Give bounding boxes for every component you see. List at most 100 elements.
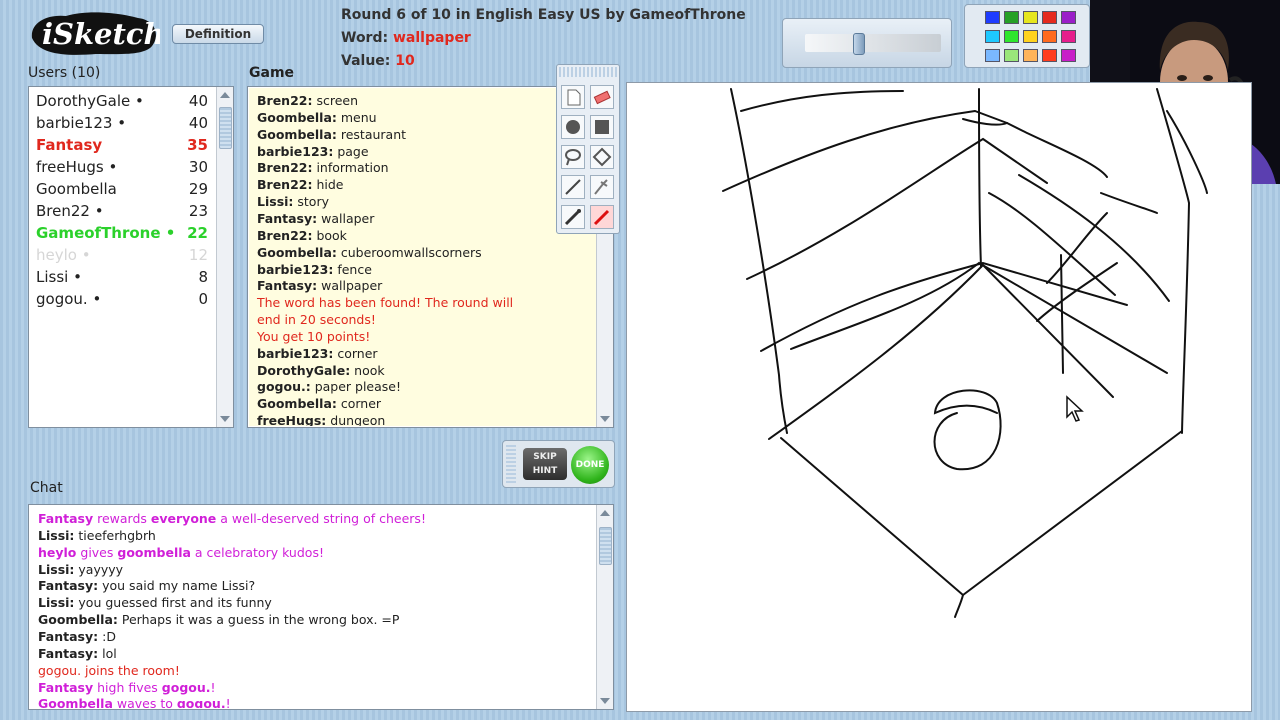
user-score: 40 bbox=[188, 92, 208, 110]
game-log-line: Goombella: cuberoomwallscorners bbox=[257, 244, 482, 260]
game-label: Game bbox=[249, 65, 295, 81]
users-scrollbar[interactable] bbox=[216, 87, 233, 427]
definition-button[interactable]: Definition bbox=[172, 24, 264, 44]
chat-line: Fantasy: you said my name Lissi? bbox=[38, 578, 256, 594]
word-line: Word: wallpaper bbox=[341, 30, 471, 46]
user-score: 40 bbox=[188, 114, 208, 132]
sketch-drawing bbox=[722, 88, 1208, 618]
chat-label: Chat bbox=[30, 480, 63, 496]
mouse-cursor-icon bbox=[1066, 395, 1084, 422]
isketch-logo: iSketch bbox=[26, 8, 165, 58]
color-swatch[interactable] bbox=[1023, 30, 1038, 43]
fill-bucket-icon[interactable] bbox=[590, 145, 614, 169]
eraser-icon[interactable] bbox=[590, 85, 614, 109]
color-palette bbox=[964, 4, 1090, 68]
user-score: 8 bbox=[198, 268, 208, 286]
lasso-tool-icon[interactable] bbox=[561, 145, 585, 169]
color-swatch[interactable] bbox=[1004, 30, 1019, 43]
user-row[interactable]: Goombella 29 bbox=[36, 178, 208, 200]
color-swatch[interactable] bbox=[1004, 11, 1019, 24]
user-name: freeHugs • bbox=[36, 158, 118, 176]
color-swatch[interactable] bbox=[1023, 11, 1038, 24]
line-tool-icon[interactable] bbox=[561, 175, 585, 199]
drawing-canvas[interactable] bbox=[626, 82, 1252, 712]
user-row[interactable]: GameofThrone • 22 bbox=[36, 222, 208, 244]
game-log-line: Lissi: story bbox=[257, 194, 329, 210]
game-log-line: gogou.: paper please! bbox=[257, 379, 401, 395]
user-row[interactable]: barbie123 • 40 bbox=[36, 112, 208, 134]
user-row[interactable]: DorothyGale • 40 bbox=[36, 90, 208, 112]
game-log-line: end in 20 seconds! bbox=[257, 312, 376, 328]
svg-text:iSketch: iSketch bbox=[42, 17, 160, 51]
hint-done-bar: SKIP HINT DONE bbox=[502, 440, 615, 488]
game-log-line: Bren22: information bbox=[257, 160, 389, 176]
chat-line: Fantasy high fives gogou.! bbox=[38, 679, 216, 695]
color-swatch[interactable] bbox=[1042, 30, 1057, 43]
color-swatch[interactable] bbox=[1061, 49, 1076, 62]
user-score: 35 bbox=[187, 136, 208, 154]
done-button[interactable]: DONE bbox=[571, 446, 609, 484]
color-swatch[interactable] bbox=[1004, 49, 1019, 62]
game-log-line: Fantasy: wallaper bbox=[257, 210, 375, 226]
user-row[interactable]: Fantasy 35 bbox=[36, 134, 208, 156]
color-swatch[interactable] bbox=[1061, 11, 1076, 24]
round-line: Round 6 of 10 in English Easy US by Game… bbox=[341, 7, 746, 23]
game-log-line: Bren22: hide bbox=[257, 177, 344, 193]
user-name: Bren22 • bbox=[36, 202, 104, 220]
scroll-thumb[interactable] bbox=[219, 107, 232, 149]
slider-track bbox=[805, 34, 941, 52]
game-log-line: Goombella: menu bbox=[257, 109, 377, 125]
user-score: 22 bbox=[187, 224, 208, 242]
rectangle-tool-icon[interactable] bbox=[590, 115, 614, 139]
scroll-down-arrow-icon[interactable] bbox=[220, 416, 230, 422]
circle-tool-icon[interactable] bbox=[561, 115, 585, 139]
scroll-thumb[interactable] bbox=[599, 527, 612, 565]
brush-size-slider[interactable] bbox=[782, 18, 952, 68]
user-name: DorothyGale • bbox=[36, 92, 144, 110]
user-row[interactable]: freeHugs • 30 bbox=[36, 156, 208, 178]
chat-line: Lissi: yayyyy bbox=[38, 561, 124, 577]
drawing-tools bbox=[556, 64, 620, 234]
chat-line: Lissi: you guessed first and its funny bbox=[38, 595, 272, 611]
slider-knob[interactable] bbox=[853, 33, 865, 55]
game-log-line: Bren22: book bbox=[257, 227, 347, 243]
user-row[interactable]: Bren22 • 23 bbox=[36, 200, 208, 222]
user-row[interactable]: Lissi • 8 bbox=[36, 266, 208, 288]
game-log-line: barbie123: corner bbox=[257, 345, 378, 361]
user-score: 12 bbox=[188, 246, 208, 264]
chat-line: heylo gives goombella a celebratory kudo… bbox=[38, 544, 324, 560]
scroll-up-arrow-icon[interactable] bbox=[600, 510, 610, 516]
user-row[interactable]: gogou. • 0 bbox=[36, 288, 208, 310]
color-swatch[interactable] bbox=[1023, 49, 1038, 62]
user-row[interactable]: heylo • 12 bbox=[36, 244, 208, 266]
bar-grip bbox=[506, 445, 516, 483]
chat-line: Fantasy rewards everyone a well-deserved… bbox=[38, 511, 426, 526]
tools-drag-handle[interactable] bbox=[559, 67, 617, 77]
game-log-line: barbie123: page bbox=[257, 143, 369, 159]
user-name: Fantasy bbox=[36, 136, 103, 154]
chat-scrollbar[interactable] bbox=[596, 505, 613, 709]
color-swatch[interactable] bbox=[1061, 30, 1076, 43]
color-swatch[interactable] bbox=[1042, 49, 1057, 62]
chat-line: gogou. joins the room! bbox=[38, 662, 180, 678]
user-name: heylo • bbox=[36, 246, 91, 264]
chat-log: Fantasy rewards everyone a well-deserved… bbox=[28, 504, 614, 710]
scroll-up-arrow-icon[interactable] bbox=[220, 92, 230, 98]
scroll-down-arrow-icon[interactable] bbox=[600, 416, 610, 422]
game-log-line: barbie123: fence bbox=[257, 261, 372, 277]
brush-tool-icon[interactable] bbox=[561, 205, 585, 229]
spray-tool-icon[interactable] bbox=[590, 175, 614, 199]
game-log-line: You get 10 points! bbox=[257, 328, 371, 344]
chat-line: Goombella: Perhaps it was a guess in the… bbox=[38, 612, 400, 628]
game-log-line: Bren22: screen bbox=[257, 93, 358, 108]
color-swatch[interactable] bbox=[985, 11, 1000, 24]
scroll-down-arrow-icon[interactable] bbox=[600, 698, 610, 704]
skip-hint-button[interactable]: SKIP HINT bbox=[523, 448, 567, 480]
color-swatch[interactable] bbox=[1042, 11, 1057, 24]
chat-line: Fantasy: lol bbox=[38, 645, 117, 661]
user-name: gogou. • bbox=[36, 290, 102, 308]
pen-tool-icon[interactable] bbox=[590, 205, 614, 229]
color-swatch[interactable] bbox=[985, 30, 1000, 43]
color-swatch[interactable] bbox=[985, 49, 1000, 62]
new-page-icon[interactable] bbox=[561, 85, 585, 109]
